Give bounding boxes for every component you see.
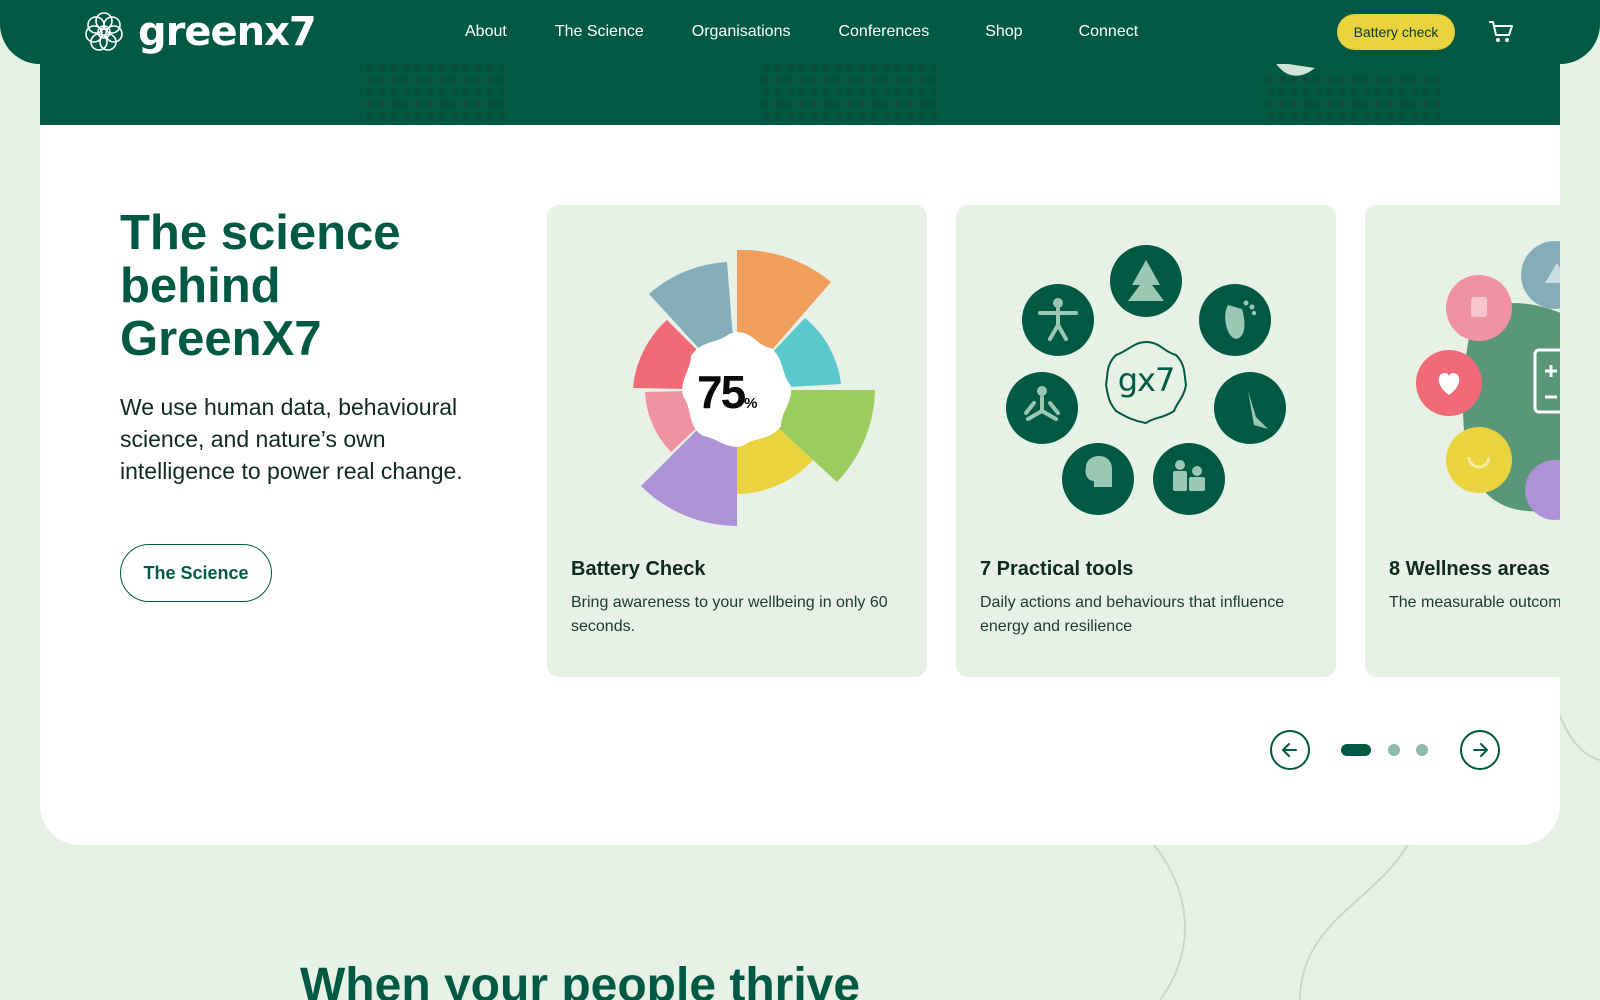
- card-title: Battery Check: [571, 558, 706, 580]
- nav-conferences[interactable]: Conferences: [838, 23, 929, 41]
- nav-the-science[interactable]: The Science: [555, 23, 644, 41]
- carousel-next-button[interactable]: [1460, 730, 1500, 770]
- main-nav: About The Science Organisations Conferen…: [465, 0, 1186, 64]
- card-text: Bring awareness to your wellbeing in onl…: [571, 594, 888, 635]
- carousel-dot-1[interactable]: [1341, 744, 1371, 756]
- wellness-areas-illustration: [1416, 241, 1560, 520]
- next-section-heading: When your people thrive: [300, 959, 861, 1000]
- site-header: greenx7 About The Science Organisations …: [0, 0, 1600, 64]
- arrow-left-icon: [1282, 743, 1297, 757]
- logo-text: greenx7: [138, 9, 317, 55]
- battery-score-unit: %: [744, 395, 758, 412]
- gx7-center-label: gx7: [1117, 361, 1176, 399]
- battery-score-value: 75: [697, 366, 746, 418]
- carousel-prev-button[interactable]: [1270, 730, 1310, 770]
- card-text: The measurable outcomes: [1389, 594, 1560, 611]
- card-title: 7 Practical tools: [980, 558, 1134, 580]
- section-description: We use human data, behavioural science, …: [120, 394, 463, 484]
- battery-score: 75%: [697, 365, 758, 419]
- section-title: The science behind GreenX7: [120, 206, 401, 366]
- battery-check-card[interactable]: 75% Battery Check Bring awareness to you…: [547, 205, 927, 677]
- carousel-dot-3[interactable]: [1416, 744, 1428, 756]
- science-section: The science behind GreenX7 We use human …: [40, 125, 1560, 845]
- nav-connect[interactable]: Connect: [1079, 23, 1139, 41]
- wellness-areas-card[interactable]: 8 Wellness areas The measurable outcomes: [1365, 205, 1560, 677]
- flower-logo-icon: [85, 12, 123, 51]
- card-title: 8 Wellness areas: [1389, 558, 1550, 580]
- arrow-right-icon: [1473, 743, 1488, 757]
- nav-organisations[interactable]: Organisations: [692, 23, 791, 41]
- card-text: Daily actions and behaviours that influe…: [980, 594, 1285, 635]
- carousel-dot-2[interactable]: [1388, 744, 1400, 756]
- battery-check-button[interactable]: Battery check: [1337, 14, 1455, 50]
- nav-shop[interactable]: Shop: [985, 23, 1022, 41]
- logo[interactable]: greenx7: [80, 8, 317, 56]
- practical-tools-card[interactable]: gx7 7 Practical tools Daily actions and …: [956, 205, 1336, 677]
- cart-icon[interactable]: [1488, 20, 1514, 44]
- nav-about[interactable]: About: [465, 23, 507, 41]
- the-science-button[interactable]: The Science: [120, 544, 272, 602]
